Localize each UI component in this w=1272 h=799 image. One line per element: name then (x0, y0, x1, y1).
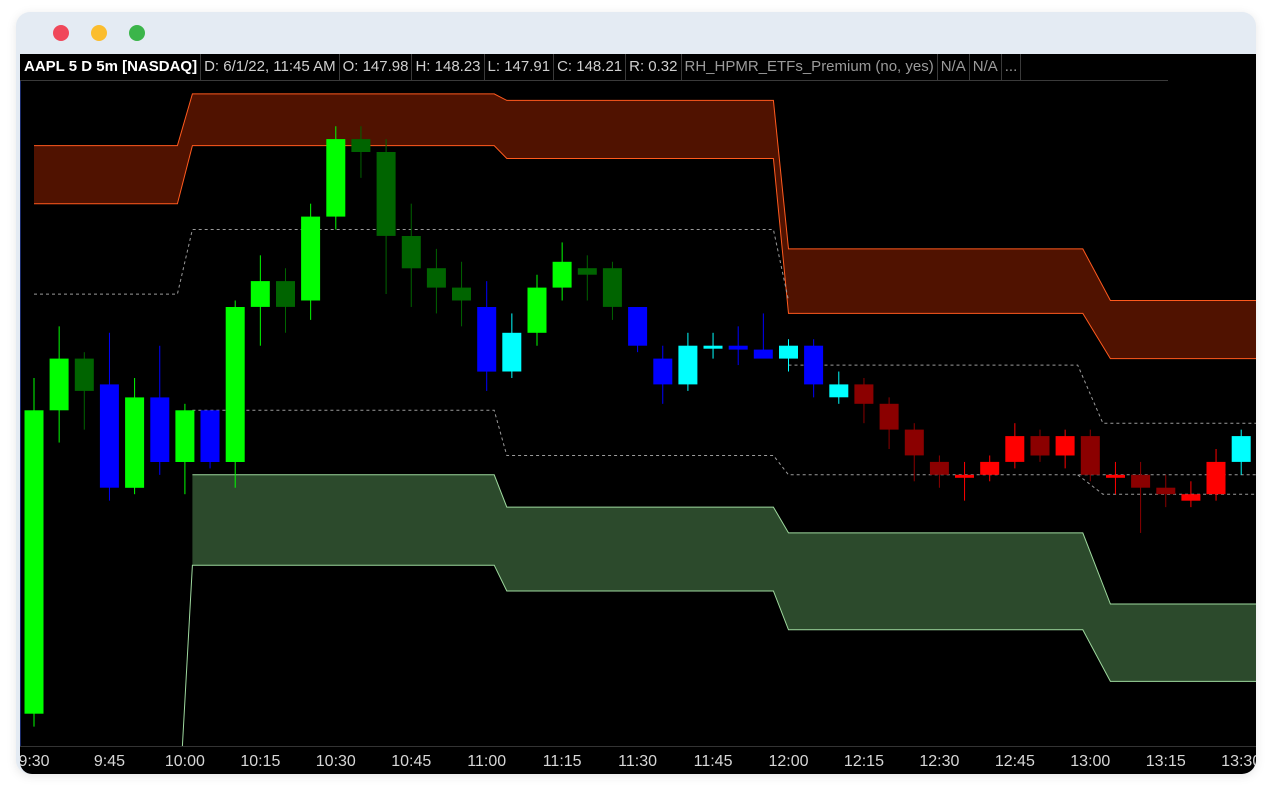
candle-body (150, 397, 170, 462)
x-tick-label: 9:30 (20, 753, 50, 770)
candle-body (753, 349, 773, 359)
x-tick-label: 13:30 (1221, 753, 1256, 770)
candle-body (477, 307, 497, 372)
candle-body (326, 139, 346, 217)
candle-body (1131, 474, 1151, 488)
lower-band-fill (192, 474, 1256, 682)
candle-body (854, 384, 874, 404)
candle-body (653, 358, 673, 385)
candle-body (276, 281, 295, 307)
header-divider (20, 80, 1168, 81)
candle-body (301, 216, 321, 301)
study-value-2: N/A (970, 54, 1002, 80)
x-tick-label: 9:45 (94, 753, 125, 770)
candle-body (804, 345, 824, 385)
x-tick-label: 10:15 (240, 753, 280, 770)
candle-body (1106, 474, 1125, 478)
candle-body (703, 345, 723, 349)
candle-body (401, 236, 421, 269)
candle-body (1055, 436, 1075, 456)
candle-body (125, 397, 145, 488)
candle-body (728, 345, 748, 350)
candle-body (1231, 436, 1251, 462)
candle-body (1206, 461, 1226, 495)
candle-body (904, 429, 924, 456)
candle-body (1181, 494, 1201, 501)
bar-date: D: 6/1/22, 11:45 AM (201, 54, 340, 80)
candle-body (1030, 436, 1050, 456)
candle-body (225, 307, 245, 462)
candle-body (552, 261, 572, 288)
candle-body (452, 287, 471, 301)
more-studies[interactable]: ... (1002, 54, 1022, 80)
candle-body (250, 281, 270, 307)
candle-body (929, 461, 949, 475)
x-tick-label: 12:30 (919, 753, 959, 770)
zoom-window-button[interactable] (129, 25, 145, 41)
candle-body (1080, 436, 1100, 475)
candle-body (1156, 487, 1176, 495)
candle-body (24, 410, 44, 714)
candle-body (879, 403, 899, 430)
symbol-label[interactable]: AAPL 5 D 5m [NASDAQ] (20, 54, 202, 80)
x-tick-label: 12:15 (844, 753, 884, 770)
candle-body (678, 345, 698, 385)
chart-area[interactable]: 9:30 9:45 10:00 10:15 10:30 10:45 11:00 11:15 11… (20, 54, 1256, 774)
chart-header-bar: AAPL 5 D 5m [NASDAQ] D: 6/1/22, 11:45 AM… (20, 54, 1022, 80)
candle-body (527, 287, 547, 333)
candle-body (99, 384, 119, 488)
x-tick-label: 12:45 (995, 753, 1035, 770)
candle-body (200, 410, 220, 462)
candle-body (426, 268, 446, 288)
app-window: 9:30 9:45 10:00 10:15 10:30 10:45 11:00 11:15 11… (16, 12, 1256, 774)
bar-low: L: 147.91 (485, 54, 555, 80)
candle-body (829, 384, 849, 398)
x-tick-label: 11:45 (694, 753, 733, 770)
candle-body (74, 358, 94, 391)
close-window-button[interactable] (53, 25, 69, 41)
candle-body (502, 332, 522, 372)
candle-body (577, 268, 597, 275)
candle-body (1005, 436, 1025, 462)
candle-body (628, 307, 648, 346)
bar-open: O: 147.98 (340, 54, 413, 80)
bar-high: H: 148.23 (412, 54, 485, 80)
bar-close: C: 148.21 (554, 54, 627, 80)
study-label[interactable]: RH_HPMR_ETFs_Premium (no, yes) (682, 54, 938, 80)
candlestick-chart[interactable]: 9:30 9:45 10:00 10:15 10:30 10:45 11:00 11:15 11… (20, 54, 1256, 774)
candle-body (980, 461, 1000, 475)
bar-range: R: 0.32 (626, 54, 682, 80)
candle-body (779, 345, 798, 359)
x-tick-label: 10:45 (391, 753, 431, 770)
study-value-1: N/A (938, 54, 970, 80)
x-tick-label: 11:00 (467, 753, 506, 770)
candle-body (602, 268, 622, 307)
x-tick-label: 11:30 (618, 753, 657, 770)
x-tick-label: 10:30 (316, 753, 356, 770)
window-titlebar (16, 12, 1256, 54)
x-tick-label: 13:00 (1070, 753, 1110, 770)
x-tick-label: 10:00 (165, 753, 205, 770)
candle-body (49, 358, 69, 411)
candle-body (351, 139, 371, 152)
candle-body (175, 410, 195, 462)
x-tick-label: 13:15 (1146, 753, 1186, 770)
x-tick-label: 12:00 (768, 753, 808, 770)
candle-body (955, 474, 974, 478)
minimize-window-button[interactable] (91, 25, 107, 41)
candle-body (376, 152, 396, 236)
x-tick-label: 11:15 (543, 753, 582, 770)
